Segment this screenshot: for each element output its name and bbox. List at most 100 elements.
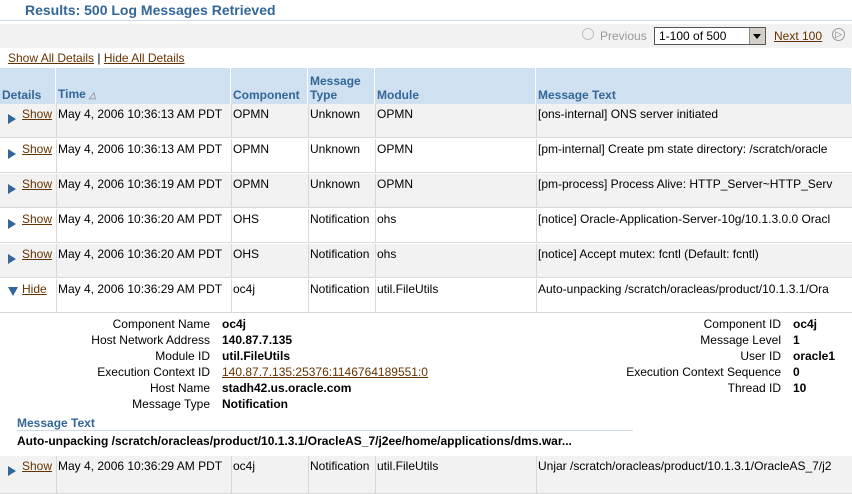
message-level-label: Message Level bbox=[700, 333, 781, 347]
show-link[interactable]: Show bbox=[22, 176, 52, 192]
execution-context-sequence-value: 0 bbox=[793, 365, 800, 379]
module-cell: ohs bbox=[377, 212, 397, 226]
component-id-value: oc4j bbox=[793, 317, 818, 331]
sort-ascending-icon: △ bbox=[89, 90, 97, 100]
module-id-value: util.FileUtils bbox=[222, 349, 291, 363]
user-id-value: oracle1 bbox=[793, 349, 836, 363]
expand-icon[interactable] bbox=[8, 219, 16, 229]
message-text-divider bbox=[17, 430, 633, 431]
expand-icon[interactable] bbox=[8, 114, 16, 124]
time-cell: May 4, 2006 10:36:19 AM PDT bbox=[58, 177, 223, 191]
type-cell: Unknown bbox=[310, 142, 361, 156]
message-text-full: Auto-unpacking /scratch/oracleas/product… bbox=[17, 434, 572, 448]
execution-context-id-link[interactable]: 140.87.7.135:25376:1146764189551:0 bbox=[222, 365, 428, 379]
range-select-value: 1-100 of 500 bbox=[659, 29, 727, 43]
component-cell: OHS bbox=[233, 212, 260, 226]
time-cell: May 4, 2006 10:36:29 AM PDT bbox=[58, 459, 223, 473]
component-cell: OPMN bbox=[233, 107, 269, 121]
type-cell: Notification bbox=[310, 212, 370, 226]
type-cell: Notification bbox=[310, 459, 370, 473]
host-name-label: Host Name bbox=[149, 381, 210, 395]
column-header-time[interactable]: Time △ bbox=[56, 68, 231, 104]
module-cell: OPMN bbox=[377, 177, 413, 191]
column-header-message-text: Message Text bbox=[536, 68, 852, 104]
time-cell: May 4, 2006 10:36:20 AM PDT bbox=[58, 247, 223, 261]
table-row: Show May 4, 2006 10:36:20 AM PDT OHS Not… bbox=[0, 244, 852, 278]
show-link[interactable]: Show bbox=[22, 106, 52, 122]
component-cell: OPMN bbox=[233, 177, 269, 191]
message-text-cell: Auto-unpacking /scratch/oracleas/product… bbox=[538, 282, 829, 296]
type-cell: Unknown bbox=[310, 177, 361, 191]
table-row: Show May 4, 2006 10:36:20 AM PDT OHS Not… bbox=[0, 209, 852, 243]
column-header-details: Details bbox=[0, 68, 56, 104]
chevron-down-icon[interactable] bbox=[749, 28, 765, 44]
previous-icon bbox=[582, 28, 594, 40]
component-name-label: Component Name bbox=[112, 317, 210, 331]
message-text-cell: [pm-process] Process Alive: HTTP_Server~… bbox=[538, 177, 833, 191]
message-text-cell: [notice] Accept mutex: fcntl (Default: f… bbox=[538, 247, 759, 261]
type-cell: Notification bbox=[310, 282, 370, 296]
show-link[interactable]: Show bbox=[22, 458, 52, 474]
time-cell: May 4, 2006 10:36:20 AM PDT bbox=[58, 212, 223, 226]
execution-context-id-label: Execution Context ID bbox=[97, 365, 210, 379]
hide-link[interactable]: Hide bbox=[22, 281, 47, 297]
next-icon[interactable]: ▷ bbox=[832, 28, 845, 41]
component-cell: oc4j bbox=[233, 459, 256, 473]
message-text-heading: Message Text bbox=[17, 416, 95, 430]
expand-icon[interactable] bbox=[8, 466, 16, 476]
table-row: Show May 4, 2006 10:36:29 AM PDT oc4j No… bbox=[0, 456, 852, 494]
host-network-address-value: 140.87.7.135 bbox=[222, 333, 293, 347]
range-select[interactable]: 1-100 of 500 bbox=[654, 27, 766, 45]
host-network-address-label: Host Network Address bbox=[91, 333, 210, 347]
module-cell: OPMN bbox=[377, 142, 413, 156]
time-cell: May 4, 2006 10:36:13 AM PDT bbox=[58, 142, 223, 156]
message-text-cell: Unjar /scratch/oracleas/product/10.1.3.1… bbox=[538, 459, 832, 473]
table-row: Show May 4, 2006 10:36:13 AM PDT OPMN Un… bbox=[0, 139, 852, 173]
component-id-label: Component ID bbox=[703, 317, 781, 331]
table-row-expanded: Hide May 4, 2006 10:36:29 AM PDT oc4j No… bbox=[0, 279, 852, 313]
show-link[interactable]: Show bbox=[22, 246, 52, 262]
next-link[interactable]: Next 100 bbox=[774, 29, 822, 43]
thread-id-value: 10 bbox=[793, 381, 807, 395]
message-type-label: Message Type bbox=[132, 397, 210, 411]
title-divider bbox=[0, 20, 852, 21]
show-link[interactable]: Show bbox=[22, 211, 52, 227]
column-header-message-type: Message Type bbox=[308, 68, 375, 104]
page-title: Results: 500 Log Messages Retrieved bbox=[25, 2, 276, 18]
time-cell: May 4, 2006 10:36:29 AM PDT bbox=[58, 282, 223, 296]
collapse-icon[interactable] bbox=[8, 287, 18, 296]
component-name-value: oc4j bbox=[222, 317, 247, 331]
message-text-cell: [ons-internal] ONS server initiated bbox=[538, 107, 719, 121]
type-cell: Notification bbox=[310, 247, 370, 261]
message-type-value: Notification bbox=[222, 397, 288, 411]
details-toggle-links: Show All Details | Hide All Details bbox=[8, 51, 185, 65]
table-row: Show May 4, 2006 10:36:13 AM PDT OPMN Un… bbox=[0, 104, 852, 138]
expand-icon[interactable] bbox=[8, 149, 16, 159]
message-text-cell: [notice] Oracle-Application-Server-10g/1… bbox=[538, 212, 831, 226]
execution-context-sequence-label: Execution Context Sequence bbox=[626, 365, 781, 379]
column-header-module: Module bbox=[375, 68, 536, 104]
previous-link: Previous bbox=[600, 29, 647, 43]
expand-icon[interactable] bbox=[8, 184, 16, 194]
module-id-label: Module ID bbox=[155, 349, 210, 363]
time-cell: May 4, 2006 10:36:13 AM PDT bbox=[58, 107, 223, 121]
expand-icon[interactable] bbox=[8, 254, 16, 264]
component-cell: oc4j bbox=[233, 282, 256, 296]
message-level-value: 1 bbox=[793, 333, 800, 347]
show-all-details-link[interactable]: Show All Details bbox=[8, 51, 94, 65]
module-cell: OPMN bbox=[377, 107, 413, 121]
hide-all-details-link[interactable]: Hide All Details bbox=[104, 51, 185, 65]
thread-id-label: Thread ID bbox=[727, 381, 781, 395]
host-name-value: stadh42.us.oracle.com bbox=[222, 381, 352, 395]
user-id-label: User ID bbox=[740, 349, 781, 363]
message-text-cell: [pm-internal] Create pm state directory:… bbox=[538, 142, 828, 156]
module-cell: util.FileUtils bbox=[377, 459, 439, 473]
table-row: Show May 4, 2006 10:36:19 AM PDT OPMN Un… bbox=[0, 174, 852, 208]
type-cell: Unknown bbox=[310, 107, 361, 121]
link-separator: | bbox=[97, 51, 101, 65]
module-cell: ohs bbox=[377, 247, 397, 261]
column-header-component: Component bbox=[231, 68, 308, 104]
component-cell: OHS bbox=[233, 247, 260, 261]
module-cell: util.FileUtils bbox=[377, 282, 439, 296]
show-link[interactable]: Show bbox=[22, 141, 52, 157]
